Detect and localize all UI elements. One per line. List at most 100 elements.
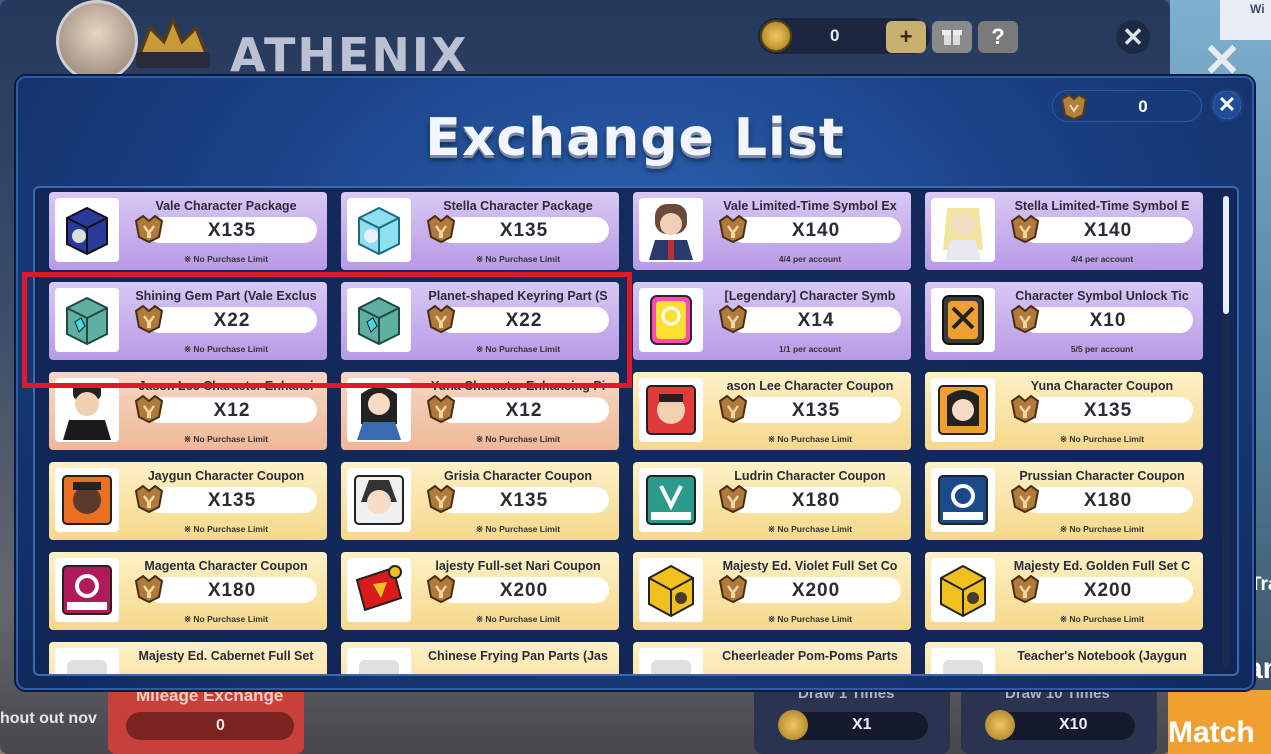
draw-1-button[interactable]: Draw 1 Times X1 (754, 680, 950, 754)
scrollbar-thumb[interactable] (1223, 196, 1229, 314)
help-button[interactable]: ? (978, 21, 1018, 53)
magenta-coupon-icon (55, 558, 119, 622)
exchange-item-card[interactable]: Prussian Character Coupon X180 ※ No Purcha… (925, 462, 1203, 540)
item-purchase-limit: ※ No Purchase Limit (1059, 524, 1145, 534)
balance-value: 0 (1138, 97, 1148, 116)
item-name: Prussian Character Coupon (1019, 469, 1185, 483)
item-name: Planet-shaped Keyring Part (S (428, 289, 608, 303)
yuna-portrait-icon (347, 378, 411, 442)
item-purchase-limit: ※ No Purchase Limit (183, 614, 269, 624)
add-currency-button[interactable]: + (886, 21, 926, 53)
item-icon (55, 648, 119, 674)
shop-close-button[interactable]: ✕ (1116, 20, 1150, 54)
item-name: Jaygun Character Coupon (147, 469, 305, 483)
draw-10-button[interactable]: Draw 10 Times X10 (961, 680, 1157, 754)
exchange-item-card[interactable]: Teacher's Notebook (Jaygun (925, 642, 1203, 674)
item-purchase-limit: ※ No Purchase Limit (767, 524, 853, 534)
item-price: X200 (499, 580, 549, 601)
currency-value: 0 (830, 26, 840, 45)
coin-icon (985, 710, 1015, 740)
item-price: X135 (207, 220, 257, 241)
mileage-exchange-button[interactable]: Mileage Exchange 0 (108, 680, 304, 754)
item-name: Shining Gem Part (Vale Exclus (135, 289, 317, 303)
item-name: Majesty Ed. Violet Full Set Co (722, 559, 898, 573)
item-purchase-limit: 5/5 per account (1070, 344, 1134, 354)
match-button[interactable]: Match (1168, 690, 1271, 754)
exchange-item-card[interactable]: Stella Character Package X135 ※ No Purchas… (341, 192, 619, 270)
exchange-list-modal: Exchange List 0 ✕ Vale Character Package… (16, 76, 1254, 690)
item-purchase-limit: ※ No Purchase Limit (1059, 614, 1145, 624)
item-purchase-limit: 4/4 per account (1070, 254, 1134, 264)
exchange-item-card[interactable]: Shining Gem Part (Vale Exclus X22 ※ No Pur… (49, 282, 327, 360)
exchange-item-card[interactable]: ason Lee Character Coupon X135 ※ No Purcha… (633, 372, 911, 450)
item-price: X180 (207, 580, 257, 601)
item-name: Yuna Character Enhancing Pi (430, 379, 606, 393)
exchange-item-card[interactable]: Planet-shaped Keyring Part (S X22 ※ No Pur… (341, 282, 619, 360)
exchange-item-card[interactable]: Jason Lee Character Enhanci X12 ※ No Purch… (49, 372, 327, 450)
exchange-item-card[interactable]: Majesty Ed. Golden Full Set C X200 ※ No Pu… (925, 552, 1203, 630)
item-price: X12 (213, 400, 251, 421)
item-price: X22 (505, 310, 543, 331)
exchange-item-card[interactable]: Grisia Character Coupon X135 ※ No Purchase… (341, 462, 619, 540)
unlock-ticket-icon (931, 288, 995, 352)
item-name: Stella Character Package (443, 199, 593, 213)
exchange-item-card[interactable]: Stella Limited-Time Symbol E X140 4/4 per … (925, 192, 1203, 270)
item-name: [Legendary] Character Symb (724, 289, 896, 303)
side-text-top: Wi (1250, 2, 1265, 16)
exchange-item-card[interactable]: Majesty Ed. Violet Full Set Co X200 ※ No P… (633, 552, 911, 630)
exchange-item-card[interactable]: Ludrin Character Coupon X180 ※ No Purchase… (633, 462, 911, 540)
exchange-item-card[interactable]: Jaygun Character Coupon X135 ※ No Purchase… (49, 462, 327, 540)
player-avatar[interactable] (56, 0, 138, 82)
cyan-cube-icon (347, 198, 411, 262)
exchange-item-card[interactable]: Cheerleader Pom-Poms Parts (633, 642, 911, 674)
green-cube-icon (347, 288, 411, 352)
item-price: X140 (1083, 220, 1133, 241)
item-icon (931, 648, 995, 674)
mileage-value: 0 (216, 717, 225, 734)
item-name: Teacher's Notebook (Jaygun (1017, 649, 1187, 663)
exchange-item-card[interactable]: Yuna Character Coupon X135 ※ No Purchase L… (925, 372, 1203, 450)
prussian-coupon-icon (931, 468, 995, 532)
grisia-coupon-icon (347, 468, 411, 532)
item-name: Majesty Ed. Cabernet Full Set (138, 649, 314, 663)
item-icon (639, 648, 703, 674)
gift-icon (942, 30, 962, 45)
game-logo: ATHENIX (230, 28, 469, 82)
item-name: Cheerleader Pom-Poms Parts (722, 649, 898, 663)
exchange-item-card[interactable]: lajesty Full-set Nari Coupon X200 ※ No Pur… (341, 552, 619, 630)
stella-portrait-icon (931, 198, 995, 262)
green-cube-icon (55, 288, 119, 352)
exchange-item-card[interactable]: Vale Limited-Time Symbol Ex X140 4/4 per a… (633, 192, 911, 270)
exchange-item-card[interactable]: Chinese Frying Pan Parts (Jas (341, 642, 619, 674)
exchange-item-card[interactable]: [Legendary] Character Symb X14 1/1 per acc… (633, 282, 911, 360)
item-purchase-limit: ※ No Purchase Limit (475, 254, 561, 264)
item-purchase-limit: ※ No Purchase Limit (183, 524, 269, 534)
exchange-item-card[interactable]: Majesty Ed. Cabernet Full Set (49, 642, 327, 674)
draw-10-cost: X10 (1059, 716, 1088, 733)
yuna-coupon-icon (931, 378, 995, 442)
item-name: Vale Limited-Time Symbol Ex (723, 199, 897, 213)
item-purchase-limit: ※ No Purchase Limit (767, 614, 853, 624)
item-purchase-limit: ※ No Purchase Limit (183, 344, 269, 354)
item-price: X140 (791, 220, 841, 241)
gold-box-icon (931, 558, 995, 622)
item-name: Jason Lee Character Enhanci (138, 379, 314, 393)
modal-close-button[interactable]: ✕ (1210, 88, 1244, 122)
item-price: X200 (1083, 580, 1133, 601)
exchange-list[interactable]: Vale Character Package X135 ※ No Purchase … (33, 186, 1239, 676)
item-name: ason Lee Character Coupon (726, 379, 894, 393)
item-icon (347, 648, 411, 674)
item-purchase-limit: 1/1 per account (778, 344, 842, 354)
item-price: X135 (1083, 400, 1133, 421)
athenix-badge-icon (130, 14, 216, 76)
jason-portrait-icon (55, 378, 119, 442)
item-price: X135 (499, 220, 549, 241)
exchange-item-card[interactable]: Character Symbol Unlock Tic X10 5/5 per ac… (925, 282, 1203, 360)
item-price: X135 (207, 490, 257, 511)
exchange-item-card[interactable]: Vale Character Package X135 ※ No Purchase … (49, 192, 327, 270)
exchange-item-card[interactable]: Yuna Character Enhancing Pi X12 ※ No Purch… (341, 372, 619, 450)
item-price: X180 (791, 490, 841, 511)
gift-button[interactable] (932, 21, 972, 53)
exchange-item-card[interactable]: Magenta Character Coupon X180 ※ No Purchas… (49, 552, 327, 630)
item-name: Character Symbol Unlock Tic (1015, 289, 1189, 303)
